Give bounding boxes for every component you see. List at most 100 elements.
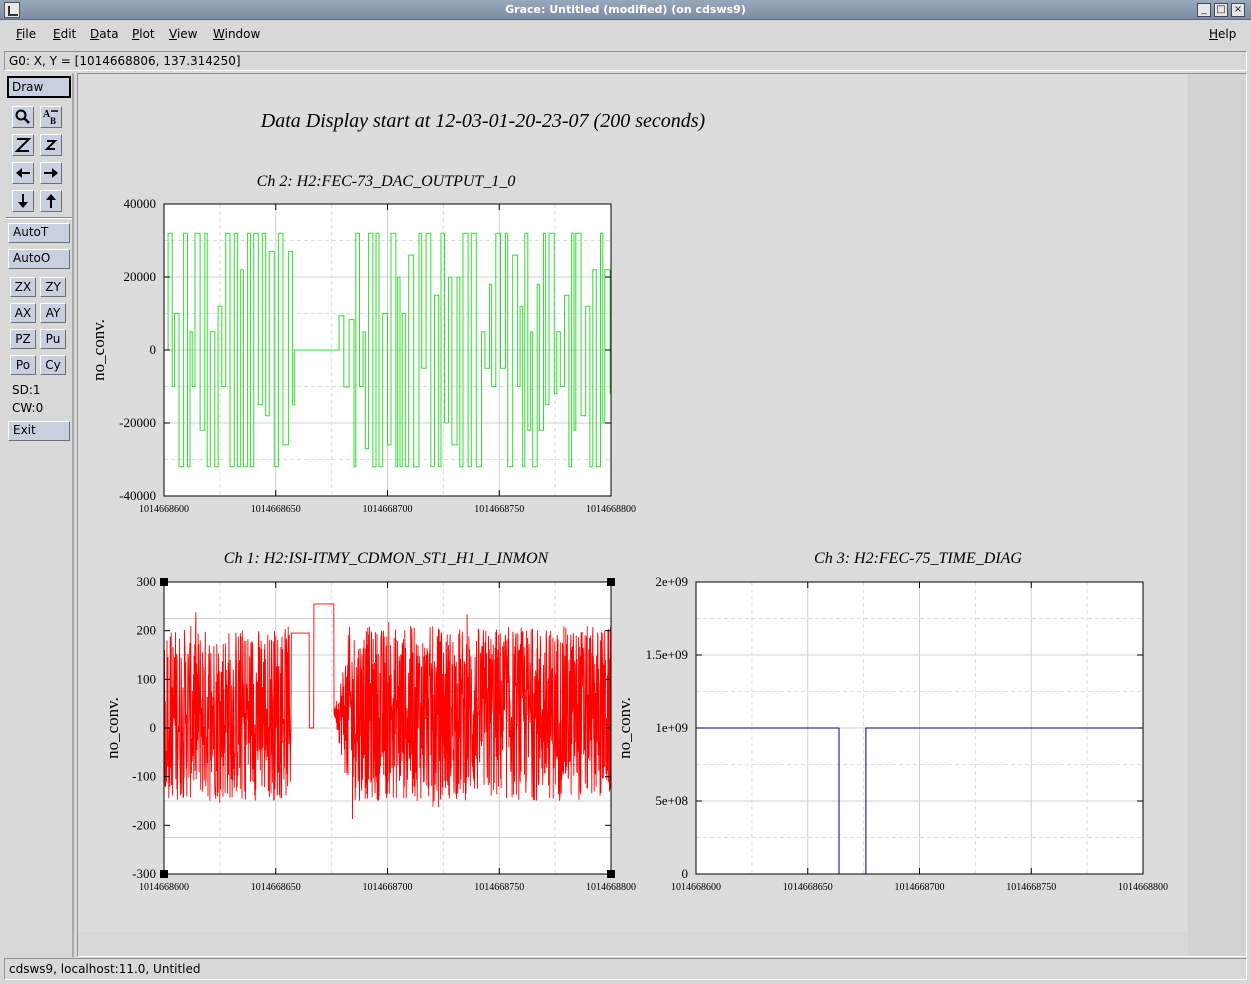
ch1-ytick-label: -200 <box>132 817 156 832</box>
ch1-ytick-label: 0 <box>150 720 157 735</box>
ch1-ylabel: no_conv. <box>103 697 122 759</box>
ch2-graph[interactable]: 40000 20000 0 -20000 -400001014668600 1014668… <box>89 173 636 515</box>
ay-button[interactable]: AY <box>40 303 66 323</box>
menu-window-mnemonic: W <box>213 27 225 41</box>
close-button[interactable]: × <box>1231 3 1245 17</box>
set-depth-label: SD:1 <box>12 383 41 397</box>
ch1-xtick-label: 1014668600 <box>139 882 189 893</box>
svg-text:B: B <box>50 116 56 126</box>
ch1-ytick-label: 100 <box>137 671 157 686</box>
ch1-xtick-label: 1014668650 <box>251 882 301 893</box>
menu-edit-mnemonic: E <box>53 27 61 41</box>
ch2-ytick-label: 20000 <box>124 269 157 284</box>
ch2-xtick-label: 1014668600 <box>139 504 189 515</box>
ch2-xtick-label: 1014668800 <box>586 504 636 515</box>
selection-handle[interactable] <box>160 578 168 586</box>
ch3-xtick-label: 1014668800 <box>1118 882 1168 893</box>
zx-button[interactable]: ZX <box>10 277 36 297</box>
canvas-margin <box>1188 74 1246 956</box>
magnifier-icon <box>15 109 30 124</box>
ch2-ytick-label: 0 <box>150 342 157 357</box>
minimize-button[interactable]: _ <box>1197 3 1211 17</box>
ch3-xtick-label: 1014668750 <box>1006 882 1056 893</box>
ch3-title: Ch 3: H2:FEC-75_TIME_DIAG <box>814 550 1022 567</box>
plot-page[interactable]: Data Display start at 12-03-01-20-23-07 … <box>78 74 1187 932</box>
menu-edit[interactable]: Edit <box>53 27 76 41</box>
selection-handle[interactable] <box>607 870 615 878</box>
ch1-xtick-label: 1014668750 <box>474 882 524 893</box>
autoscale-o-button[interactable]: AutoO <box>8 249 70 269</box>
plot-canvas[interactable]: Data Display start at 12-03-01-20-23-07 … <box>78 74 1187 932</box>
pu-button[interactable]: Pu <box>40 329 66 349</box>
scroll-up-button[interactable] <box>40 190 62 212</box>
scroll-right-button[interactable] <box>40 162 62 184</box>
menu-file[interactable]: File <box>16 27 36 41</box>
ch1-ytick-label: -100 <box>132 769 156 784</box>
ch2-ylabel: no_conv. <box>89 319 108 381</box>
status-bar: cdsws9, localhost:11.0, Untitled <box>4 958 1247 980</box>
ch1-ytick-label: 200 <box>137 623 157 638</box>
ch2-ytick-label: 40000 <box>124 196 157 211</box>
menu-window[interactable]: Window <box>213 27 260 41</box>
maximize-button[interactable]: □ <box>1214 3 1228 17</box>
menu-plot-label: lot <box>139 27 155 41</box>
ch3-ytick-label: 5e+08 <box>655 793 688 808</box>
ax-button[interactable]: AX <box>10 303 36 323</box>
pz-button[interactable]: PZ <box>10 329 36 349</box>
scroll-down-button[interactable] <box>12 190 34 212</box>
canvas-area[interactable]: Data Display start at 12-03-01-20-23-07 … <box>77 73 1247 957</box>
autoscale-t-button[interactable]: AutoT <box>8 223 70 243</box>
draw-button[interactable]: Draw <box>7 76 71 98</box>
window-title: Grace: Untitled (modified) (on cdsws9) <box>505 3 746 16</box>
ch2-ytick-label: -40000 <box>119 488 156 503</box>
main-title: Data Display start at 12-03-01-20-23-07 … <box>260 110 706 132</box>
ch3-graph[interactable]: 2e+09 1.5e+09 1e+09 5e+08 01014668600 1014668… <box>615 550 1168 893</box>
zoom-z-large-icon <box>14 138 32 152</box>
zoom-button[interactable] <box>12 106 34 128</box>
cy-button[interactable]: Cy <box>40 355 66 375</box>
menu-view-label: iew <box>176 27 198 41</box>
arrow-down-icon <box>18 194 28 208</box>
ch1-graph[interactable]: 300 200 100 0 -100 -200 -3001014668600 10146686… <box>103 550 636 893</box>
menu-help-label: elp <box>1218 27 1237 41</box>
separator <box>6 217 72 219</box>
ch1-xtick-label: 1014668800 <box>586 882 636 893</box>
zoom-in-button[interactable] <box>12 134 34 156</box>
arrow-right-icon <box>44 168 58 178</box>
ch3-xtick-label: 1014668700 <box>895 882 945 893</box>
text-ab-icon: A B <box>43 109 58 126</box>
current-world-label: CW:0 <box>12 401 44 415</box>
zy-button[interactable]: ZY <box>40 277 66 297</box>
zoom-z-small-icon <box>44 140 58 150</box>
menu-view[interactable]: View <box>169 27 197 41</box>
selection-handle[interactable] <box>607 578 615 586</box>
zoom-out-button[interactable] <box>40 134 62 156</box>
locator-display: G0: X, Y = [1014668806, 137.314250] <box>4 51 1247 71</box>
ch3-ytick-label: 1e+09 <box>655 720 688 735</box>
menu-help[interactable]: Help <box>1209 27 1236 41</box>
exit-button[interactable]: Exit <box>8 421 70 441</box>
ch3-xtick-label: 1014668600 <box>671 882 721 893</box>
ch3-ytick-label: 0 <box>682 866 689 881</box>
menu-plot[interactable]: Plot <box>132 27 155 41</box>
ch1-xtick-label: 1014668700 <box>363 882 413 893</box>
window-titlebar[interactable]: Grace: Untitled (modified) (on cdsws9) _… <box>0 0 1251 20</box>
menu-help-mnemonic: H <box>1209 27 1219 41</box>
ch1-title: Ch 1: H2:ISI-ITMY_CDMON_ST1_H1_I_INMON <box>224 550 550 567</box>
ch1-ytick-label: 300 <box>137 574 157 589</box>
ch2-ytick-label: -20000 <box>119 415 156 430</box>
ch3-xtick-label: 1014668650 <box>783 882 833 893</box>
menu-file-label: ile <box>22 27 37 41</box>
menu-data[interactable]: Data <box>90 27 119 41</box>
ch2-xtick-label: 1014668700 <box>363 504 413 515</box>
selection-handle[interactable] <box>160 870 168 878</box>
scroll-left-button[interactable] <box>12 162 34 184</box>
po-button[interactable]: Po <box>10 355 36 375</box>
ch2-title: Ch 2: H2:FEC-73_DAC_OUTPUT_1_0 <box>257 173 516 190</box>
text-tool-button[interactable]: A B <box>40 106 62 128</box>
menu-view-mnemonic: V <box>169 27 177 41</box>
arrow-up-icon <box>46 194 56 208</box>
ch3-ylabel: no_conv. <box>615 697 634 759</box>
tool-panel: Draw A B AutoT AutoO ZX ZY AX AY PZ Pu P… <box>4 73 74 957</box>
ch3-ytick-label: 1.5e+09 <box>646 647 688 662</box>
